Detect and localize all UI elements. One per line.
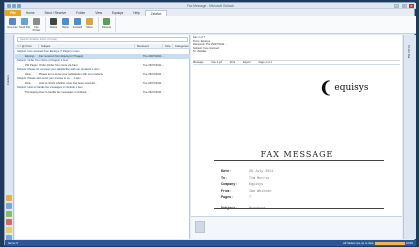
ribbon-group-new: New Fax Send File Fax Printer: [7, 17, 46, 32]
minimize-button[interactable]: –: [394, 4, 399, 8]
reading-pane: Fax 1 of 7 From: Equisys Received: Thu 2…: [191, 35, 402, 239]
divider: [214, 160, 384, 161]
message-header: Fax 1 of 7 From: Equisys Received: Thu 2…: [193, 36, 400, 61]
ribbon-group-actions: Delete Reply Forward Move: [48, 17, 99, 32]
ribbon-group-resend: Resend: [101, 17, 116, 32]
title-bar: Fax Message - Microsoft Outlook – □ ×: [5, 3, 416, 9]
attachment-item[interactable]: Export: [243, 61, 251, 64]
column-subject[interactable]: Subject: [39, 44, 135, 48]
column-categories[interactable]: Categories: [173, 44, 190, 48]
message-list: Search Zetafax Inbox (Ctrl+E) ! ☐ @ From…: [15, 35, 190, 239]
column-headers: ! ☐ @ From Subject Received Size Categor…: [15, 44, 190, 49]
column-size[interactable]: Size: [163, 44, 173, 48]
attachment-bar: Message Fax-1.g3 Print Export Page 1 of …: [193, 60, 400, 65]
attachment-item[interactable]: Fax-1.g3: [212, 61, 222, 64]
close-button[interactable]: ×: [409, 4, 414, 8]
delete-button[interactable]: Delete: [48, 17, 59, 32]
status-bar: Items: 5 All folders are up to date. 100…: [5, 240, 416, 246]
resend-button[interactable]: Resend: [101, 17, 112, 32]
forward-icon: [74, 18, 81, 25]
reply-button[interactable]: Reply: [60, 17, 71, 32]
notes-icon[interactable]: [6, 227, 12, 233]
to-do-bar-label[interactable]: To-Do Bar: [407, 45, 411, 59]
attachment-item: Page 1 of 1: [258, 61, 272, 64]
status-item-count: Items: 5: [8, 241, 18, 245]
calendar-icon[interactable]: [6, 203, 12, 209]
fax-field-row: Pages: 7: [221, 196, 252, 200]
maximize-button[interactable]: □: [401, 4, 407, 8]
equisys-logo-icon: ❨: [319, 78, 333, 97]
window-title: Fax Message - Microsoft Outlook: [187, 4, 234, 8]
resend-icon: [103, 18, 110, 25]
divider: [214, 208, 384, 209]
column-received[interactable]: Received: [135, 44, 163, 48]
nav-folders-label[interactable]: Folders: [6, 75, 13, 85]
fax-fields: Date: 29 July 2011 To: Tim Morris Company:…: [221, 169, 371, 212]
fax-printer-button[interactable]: Fax Printer: [31, 17, 42, 32]
zoom-level[interactable]: 100%: [406, 241, 413, 245]
reply-icon: [62, 18, 69, 25]
company-name: equisys: [334, 83, 369, 93]
move-icon: [86, 18, 93, 25]
header-line: To: Zetafax: [193, 50, 207, 54]
printer-icon: [33, 18, 40, 25]
contacts-icon[interactable]: [6, 211, 12, 217]
message-rows: Subject: Fax received from Equisys (7 Pa…: [15, 50, 190, 95]
ribbon: New Fax Send File Fax Printer Delete Rep…: [5, 16, 416, 34]
navigation-pane: Folders: [5, 35, 14, 246]
to-do-bar: To-Do Bar: [403, 35, 416, 239]
attachment-item[interactable]: Message: [193, 61, 204, 64]
forward-button[interactable]: Forward: [72, 17, 83, 32]
mail-icon[interactable]: [6, 195, 12, 201]
nav-icon-list: [6, 193, 13, 241]
window-controls: – □ ×: [394, 4, 414, 8]
sync-progress-bar: [375, 241, 406, 245]
column-from[interactable]: ! ☐ @ From: [15, 44, 39, 48]
new-fax-button[interactable]: New Fax: [7, 17, 18, 32]
people-pane: [191, 216, 402, 239]
tasks-icon[interactable]: [6, 219, 12, 225]
delete-icon: [50, 18, 57, 25]
send-file-icon: [21, 18, 28, 25]
move-button[interactable]: Move: [84, 17, 95, 32]
table-row[interactable]: The Equisy... How to handle fax messages …: [15, 90, 190, 95]
send-file-button[interactable]: Send File: [19, 17, 30, 32]
avatar: [195, 221, 205, 233]
status-sync: All folders are up to date. 100%: [343, 241, 413, 245]
outlook-window: Fax Message - Microsoft Outlook – □ × Fi…: [4, 2, 416, 246]
new-fax-icon: [9, 18, 16, 25]
search-input[interactable]: Search Zetafax Inbox (Ctrl+E): [17, 37, 188, 42]
attachment-item[interactable]: Print: [230, 61, 235, 64]
company-logo: ❨ equisys: [319, 78, 389, 98]
fax-document: ❨ equisys FAX MESSAGE Date: 29 July 2011 …: [199, 68, 395, 238]
fax-title: FAX MESSAGE: [260, 150, 334, 159]
